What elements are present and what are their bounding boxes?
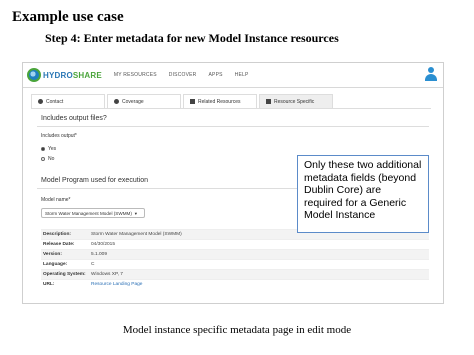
metadata-key: Language: <box>41 259 89 270</box>
document-icon <box>190 99 195 104</box>
metadata-key: Version: <box>41 249 89 260</box>
hydroshare-logo-icon <box>27 68 41 82</box>
metadata-key: Release Date: <box>41 239 89 250</box>
caret-down-icon: ▼ <box>133 210 138 216</box>
user-profile-icon[interactable] <box>424 67 438 83</box>
radio-unselected-icon <box>41 157 45 161</box>
metadata-key: Operating System: <box>41 269 89 280</box>
model-program-metadata-table: Description: Storm Water Management Model… <box>41 229 429 289</box>
radio-selected-icon <box>41 147 45 151</box>
nav-discover[interactable]: DISCOVER <box>169 72 197 78</box>
slide-caption: Model instance specific metadata page in… <box>122 324 352 336</box>
table-row: Version: 5.1.009 <box>41 249 429 260</box>
metadata-key: URL: <box>41 279 89 289</box>
folder-icon <box>266 99 271 104</box>
table-row: Operating System: Windows XP, 7 <box>41 269 429 280</box>
callout-box: Only these two additional metadata field… <box>297 155 429 233</box>
tab-label: Related Resources <box>198 98 241 105</box>
tab-label: Resource Specific <box>274 98 315 105</box>
tab-contact[interactable]: Contact <box>31 94 105 108</box>
slide-subtitle: Step 4: Enter metadata for new Model Ins… <box>45 31 339 45</box>
model-name-value: Storm Water Management Model (SWMM) <box>45 210 132 216</box>
radio-yes-label: Yes <box>48 146 57 152</box>
radio-no-label: No <box>48 156 55 162</box>
globe-icon <box>114 99 119 104</box>
main-nav: MY RESOURCES DISCOVER APPS HELP <box>114 72 261 78</box>
metadata-value: 5.1.009 <box>89 249 429 260</box>
divider <box>37 126 429 127</box>
hydroshare-logo[interactable]: HYDROSHARE <box>27 68 102 82</box>
tab-label: Coverage <box>122 98 144 105</box>
metadata-value: C <box>89 259 429 270</box>
person-icon <box>38 99 43 104</box>
nav-apps[interactable]: APPS <box>209 72 223 78</box>
metadata-tabs: Contact Coverage Related Resources Resou… <box>31 94 431 109</box>
nav-my-resources[interactable]: MY RESOURCES <box>114 72 157 78</box>
radio-no[interactable]: No <box>41 156 54 162</box>
radio-yes[interactable]: Yes <box>41 146 56 152</box>
table-row: URL: Resource Landing Page <box>41 279 429 289</box>
table-row: Language: C <box>41 259 429 270</box>
tab-resource-specific[interactable]: Resource Specific <box>259 94 333 108</box>
output-files-heading: Includes output files? <box>41 115 107 122</box>
logo-text-hydro: HYDRO <box>43 70 73 80</box>
tab-related-resources[interactable]: Related Resources <box>183 94 257 108</box>
model-name-label: Model name* <box>41 197 71 203</box>
nav-help[interactable]: HELP <box>235 72 249 78</box>
metadata-value: 04/30/2015 <box>89 239 429 250</box>
metadata-value: Windows XP, 7 <box>89 269 429 280</box>
metadata-key: Description: <box>41 229 89 240</box>
resource-landing-page-link[interactable]: Resource Landing Page <box>89 279 429 289</box>
table-row: Release Date: 04/30/2015 <box>41 239 429 250</box>
logo-text-share: SHARE <box>72 70 102 80</box>
tab-label: Contact <box>46 98 64 105</box>
slide-title: Example use case <box>12 9 124 25</box>
model-program-heading: Model Program used for execution <box>41 177 148 184</box>
top-navigation-bar: HYDROSHARE MY RESOURCES DISCOVER APPS HE… <box>23 63 443 88</box>
tab-coverage[interactable]: Coverage <box>107 94 181 108</box>
includes-output-label: Includes output* <box>41 133 77 139</box>
model-name-select[interactable]: Storm Water Management Model (SWMM) ▼ <box>41 208 145 218</box>
